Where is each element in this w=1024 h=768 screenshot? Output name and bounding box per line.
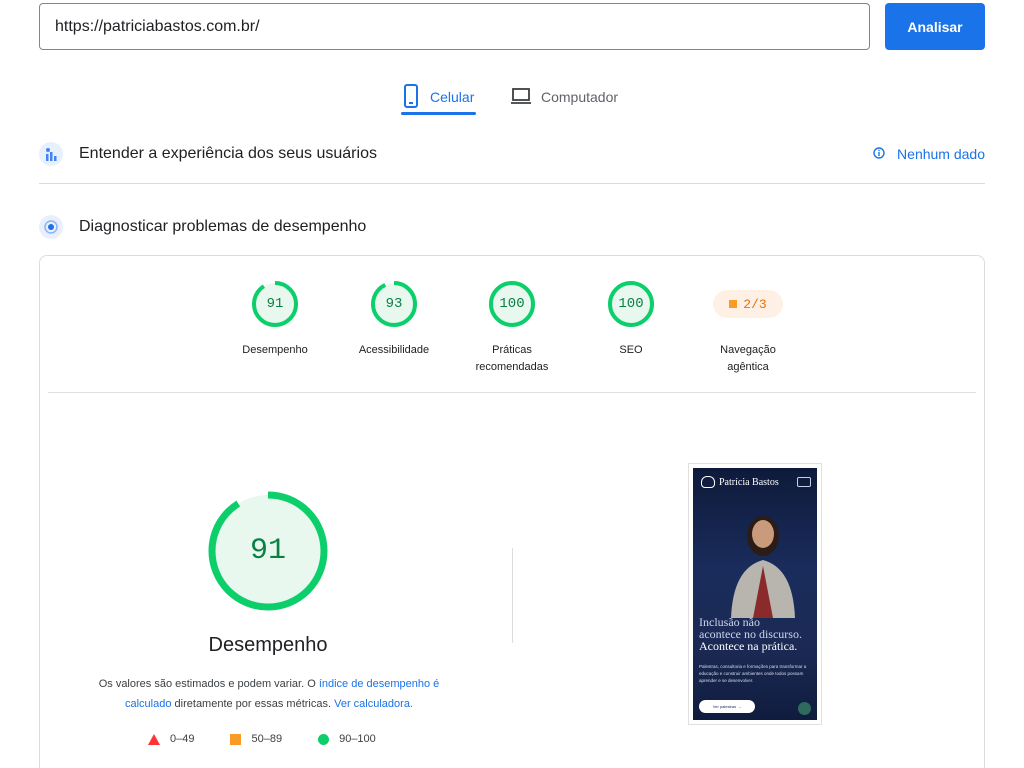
category-accessibility[interactable]: 93 Acessibilidade — [344, 280, 444, 359]
hero-body: Palestras, consultoria e formações para … — [699, 664, 807, 683]
performance-note: Os valores são estimados e podem variar.… — [80, 674, 458, 714]
tab-mobile[interactable]: Celular — [401, 78, 474, 116]
category-performance[interactable]: 91 Desempenho — [225, 280, 325, 359]
logo-mark-icon — [701, 476, 715, 488]
menu-icon — [797, 477, 811, 487]
triangle-icon — [148, 733, 160, 745]
device-tabs: Celular Computador — [0, 78, 1024, 118]
category-seo[interactable]: 100 SEO — [581, 280, 681, 359]
square-icon — [230, 733, 242, 745]
lab-data-title: Diagnosticar problemas de desempenho — [79, 218, 367, 235]
field-data-title: Entender a experiência dos seus usuários — [79, 145, 377, 162]
best-practices-gauge: 100 — [488, 280, 536, 328]
section-divider — [39, 183, 985, 184]
tab-desktop-label: Computador — [541, 89, 619, 105]
category-agentic-navigation[interactable]: 2/3 Navegação agêntica — [698, 280, 798, 376]
site-logo: Patrícia Bastos — [701, 476, 779, 488]
legend-pass: 90–100 — [318, 733, 376, 745]
diagnostic-icon — [39, 215, 63, 239]
best-practices-score: 100 — [499, 296, 525, 312]
hero-headline: Inclusão não acontece no discurso. Acont… — [699, 616, 815, 652]
vertical-separator — [512, 548, 513, 643]
legend-pass-range: 90–100 — [339, 733, 376, 745]
note-text-2: diretamente por essas métricas. — [171, 698, 335, 710]
accessibility-gauge: 93 — [370, 280, 418, 328]
tab-desktop[interactable]: Computador — [510, 78, 618, 116]
legend-fail: 0–49 — [148, 733, 194, 745]
report-card: 91 Desempenho 93 Acessibilidade 100 Prát… — [39, 255, 985, 768]
no-data-label: Nenhum dado — [897, 146, 985, 162]
info-icon — [873, 146, 885, 162]
whatsapp-icon — [798, 702, 811, 715]
analyze-button[interactable]: Analisar — [885, 3, 985, 50]
legend-average: 50–89 — [230, 733, 282, 745]
page-screenshot[interactable]: Patrícia Bastos Inclusão não acontece no… — [688, 463, 822, 725]
seo-label: SEO — [619, 344, 643, 356]
performance-big-gauge: 91 — [208, 491, 328, 611]
best-practices-label: Práticas recomendadas — [475, 344, 549, 373]
accessibility-score: 93 — [385, 296, 403, 312]
performance-score: 91 — [266, 296, 284, 312]
score-legend: 0–49 50–89 90–100 — [148, 731, 408, 747]
portrait-image — [731, 516, 795, 618]
circle-icon — [318, 733, 330, 745]
agentic-badge: 2/3 — [713, 290, 783, 318]
no-data-link[interactable]: Nenhum dado — [873, 139, 985, 169]
smartphone-icon — [401, 83, 421, 111]
tab-mobile-label: Celular — [430, 89, 475, 105]
site-brand: Patrícia Bastos — [719, 476, 779, 488]
agentic-label: Navegação agêntica — [720, 344, 776, 373]
performance-title: Desempenho — [208, 634, 328, 656]
note-text-1: Os valores são estimados e podem variar.… — [98, 678, 319, 690]
category-best-practices[interactable]: 100 Práticas recomendadas — [462, 280, 562, 376]
agentic-score: 2/3 — [743, 296, 767, 312]
field-data-section: Entender a experiência dos seus usuários… — [39, 139, 985, 169]
performance-label: Desempenho — [242, 344, 308, 356]
lab-data-section: Diagnosticar problemas de desempenho — [39, 212, 985, 242]
seo-gauge: 100 — [607, 280, 655, 328]
legend-average-range: 50–89 — [251, 733, 283, 745]
seo-score: 100 — [618, 296, 644, 312]
accessibility-label: Acessibilidade — [358, 344, 430, 356]
legend-fail-range: 0–49 — [170, 733, 195, 745]
laptop-icon — [510, 86, 532, 109]
hero-cta: Ver palestras → — [699, 700, 755, 713]
calculator-link[interactable]: Ver calculadora. — [334, 698, 413, 710]
performance-big-score: 91 — [249, 534, 286, 568]
screenshot-content: Patrícia Bastos Inclusão não acontece no… — [693, 468, 817, 720]
card-divider — [48, 392, 976, 393]
average-square-icon — [729, 300, 738, 308]
active-tab-indicator — [401, 112, 476, 115]
users-chart-icon — [39, 142, 63, 166]
performance-gauge: 91 — [251, 280, 299, 328]
url-input[interactable] — [39, 3, 870, 50]
headline-line-3: Acontece na prática. — [699, 639, 798, 653]
